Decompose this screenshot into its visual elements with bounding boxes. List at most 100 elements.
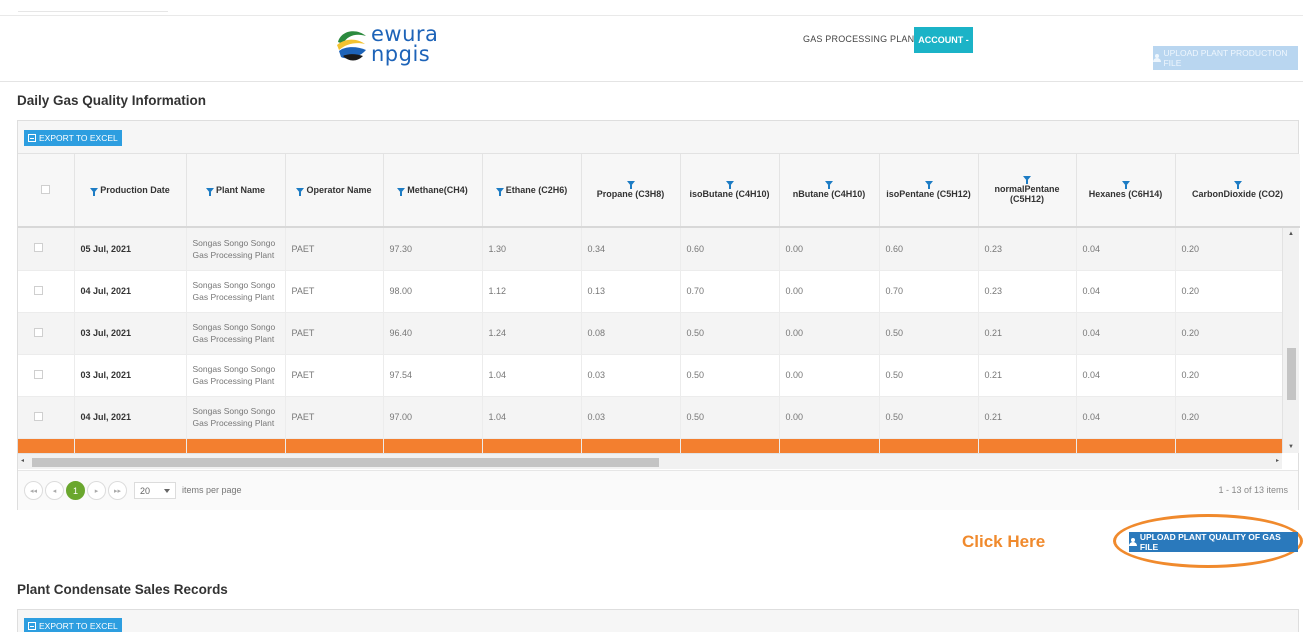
table-row[interactable]: 03 Jul, 2021Songas Songo SongoPAET97.001… (18, 438, 1282, 453)
column-header-nbutane[interactable]: nButane (C4H10) (779, 154, 880, 226)
row-checkbox[interactable] (34, 243, 43, 253)
cell-date: 04 Jul, 2021 (74, 396, 187, 439)
column-header-hexanes[interactable]: Hexanes (C6H14) (1076, 154, 1176, 226)
last-page-button[interactable]: ▸▸ (108, 481, 127, 500)
filter-icon[interactable] (397, 188, 406, 196)
excel-icon (28, 134, 36, 142)
chevron-down-icon (164, 488, 170, 493)
row-checkbox[interactable] (34, 285, 43, 295)
cell-normalpentane: 0.21 (978, 438, 1077, 453)
column-header-ethane[interactable]: Ethane (C2H6) (482, 154, 582, 226)
page-size-select[interactable]: 20 (134, 482, 176, 499)
nav-gas-processing-plants[interactable]: GAS PROCESSING PLANTS (803, 34, 926, 44)
table-row[interactable]: 05 Jul, 2021 Songas Songo Songo Gas Proce… (18, 228, 1282, 271)
filter-icon[interactable] (1121, 181, 1130, 189)
cell-plant: Songas Songo Songo Gas Processing Plant (186, 312, 286, 355)
cell-hexanes: 0.04 (1076, 354, 1176, 397)
column-header-normalpentane[interactable]: normalPentane (C5H12) (978, 154, 1077, 226)
cell-ethane: 1.04 (482, 438, 582, 453)
cell-isobutane: 0.50 (680, 396, 780, 439)
column-header-production-date[interactable]: Production Date (74, 154, 187, 226)
horizontal-scroll-thumb[interactable] (32, 458, 659, 467)
row-checkbox[interactable] (34, 411, 43, 421)
scroll-left-icon[interactable]: ◂ (21, 457, 24, 464)
cell-date: 03 Jul, 2021 (74, 438, 187, 453)
logo-swirl-icon (337, 31, 366, 61)
scroll-down-icon[interactable]: ▼ (1288, 444, 1294, 450)
column-header-label: nButane (C4H10) (792, 189, 866, 199)
scroll-right-icon[interactable]: ▸ (1276, 457, 1279, 464)
cell-normalpentane: 0.21 (978, 396, 1077, 439)
cell-hexanes: 0.04 (1076, 396, 1176, 439)
filter-icon[interactable] (1233, 181, 1242, 189)
table-row[interactable]: 03 Jul, 2021 Songas Songo Songo Gas Proce… (18, 354, 1282, 397)
cell-normalpentane: 0.21 (978, 312, 1077, 355)
filter-icon[interactable] (495, 188, 504, 196)
column-header-methane[interactable]: Methane(CH4) (383, 154, 483, 226)
export-to-excel-button[interactable]: EXPORT TO EXCEL (24, 130, 122, 146)
first-page-button[interactable]: ◂◂ (24, 481, 43, 500)
column-header-isopentane[interactable]: isoPentane (C5H12) (879, 154, 979, 226)
next-page-button[interactable]: ▸ (87, 481, 106, 500)
previous-page-button[interactable]: ◂ (45, 481, 64, 500)
column-header-carbondioxide[interactable]: CarbonDioxide (CO2) (1175, 154, 1300, 226)
table-row[interactable]: 03 Jul, 2021 Songas Songo Songo Gas Proce… (18, 312, 1282, 355)
row-checkbox[interactable] (34, 327, 43, 337)
column-header-plant-name[interactable]: Plant Name (186, 154, 286, 226)
cell-hexanes: 0.04 (1076, 228, 1176, 271)
filter-icon[interactable] (825, 181, 833, 189)
filter-icon[interactable] (924, 181, 933, 189)
table-row[interactable]: 04 Jul, 2021 Songas Songo Songo Gas Proce… (18, 270, 1282, 313)
filter-icon[interactable] (626, 181, 635, 189)
filter-icon[interactable] (296, 188, 305, 196)
cell-propane: 0.34 (581, 228, 681, 271)
export-to-excel-button-2[interactable]: EXPORT TO EXCEL (24, 618, 122, 632)
ewura-npgis-logo[interactable]: ewura npgis (335, 22, 445, 66)
cell-nbutane: 0.00 (779, 396, 880, 439)
horizontal-scrollbar[interactable]: ◂ ▸ (18, 453, 1282, 469)
condensate-sales-grid: EXPORT TO EXCEL (17, 609, 1299, 632)
cell-date: 03 Jul, 2021 (74, 312, 187, 355)
row-checkbox[interactable] (34, 369, 43, 379)
cell-operator: PAET (285, 438, 384, 453)
filter-icon[interactable] (1023, 176, 1031, 184)
cell-plant: Songas Songo Songo (186, 438, 286, 453)
page-size-value: 20 (140, 485, 151, 496)
cell-nbutane: 0.00 (779, 438, 880, 453)
row-select-cell (18, 270, 75, 313)
cell-ethane: 1.04 (482, 354, 582, 397)
cell-propane: 0.03 (581, 354, 681, 397)
cell-nbutane: 0.00 (779, 312, 880, 355)
export-to-excel-label-2: EXPORT TO EXCEL (39, 621, 118, 631)
column-header-label: Propane (C3H8) (596, 189, 665, 199)
filter-icon[interactable] (725, 181, 734, 189)
filter-icon[interactable] (90, 188, 99, 196)
filter-icon[interactable] (205, 188, 214, 196)
select-all-checkbox[interactable] (41, 184, 51, 194)
cell-plant: Songas Songo Songo Gas Processing Plant (186, 270, 286, 313)
account-menu-button[interactable]: ACCOUNT - (914, 27, 973, 53)
cell-co2: 0.20 (1175, 438, 1282, 453)
column-header-propane[interactable]: Propane (C3H8) (581, 154, 681, 226)
upload-plant-production-button[interactable]: UPLOAD PLANT PRODUCTION FILE (1153, 46, 1298, 70)
cell-date: 05 Jul, 2021 (74, 228, 187, 271)
page-button-current[interactable]: 1 (66, 481, 85, 500)
row-select-cell (18, 354, 75, 397)
cell-normalpentane: 0.23 (978, 228, 1077, 271)
table-row[interactable]: 04 Jul, 2021 Songas Songo Songo Gas Proce… (18, 396, 1282, 439)
cell-plant: Songas Songo Songo Gas Processing Plant (186, 228, 286, 271)
column-header-isobutane[interactable]: isoButane (C4H10) (680, 154, 780, 226)
column-header-label: Hexanes (C6H14) (1088, 189, 1163, 199)
vertical-scrollbar[interactable]: ▲ ▼ (1282, 228, 1299, 453)
column-header-operator-name[interactable]: Operator Name (285, 154, 384, 226)
cell-nbutane: 0.00 (779, 270, 880, 313)
cell-isobutane: 0.50 (680, 438, 780, 453)
scroll-up-icon[interactable]: ▲ (1288, 231, 1294, 237)
upload-plant-quality-button[interactable]: UPLOAD PLANT QUALITY OF GAS FILE (1129, 532, 1298, 552)
vertical-scroll-thumb[interactable] (1287, 348, 1296, 400)
cell-plant: Songas Songo Songo Gas Processing Plant (186, 354, 286, 397)
cell-operator: PAET (285, 312, 384, 355)
cell-co2: 0.20 (1175, 228, 1282, 271)
column-header-label: Plant Name (215, 185, 266, 195)
cell-plant: Songas Songo Songo Gas Processing Plant (186, 396, 286, 439)
